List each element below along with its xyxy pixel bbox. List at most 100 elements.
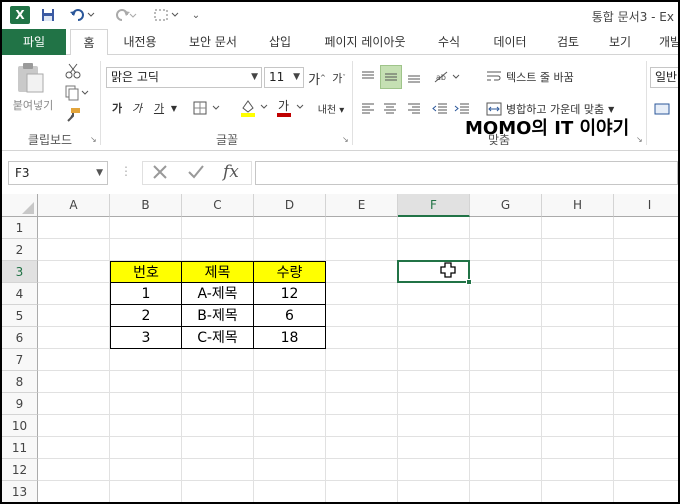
- table-cell[interactable]: 2: [110, 304, 182, 327]
- row-header-1[interactable]: 1: [2, 217, 38, 239]
- formula-bar-grip-icon: ⋮: [120, 164, 132, 178]
- column-header-b[interactable]: B: [110, 194, 182, 217]
- font-color-icon[interactable]: 가: [274, 97, 310, 119]
- tab-developer[interactable]: 개발: [650, 29, 678, 55]
- tab-formulas[interactable]: 수식: [426, 29, 472, 55]
- alignment-launcher-icon[interactable]: ↘: [636, 135, 643, 144]
- row-header-11[interactable]: 11: [2, 437, 38, 459]
- paste-icon[interactable]: [12, 61, 48, 95]
- copy-icon[interactable]: [62, 83, 92, 103]
- cancel-icon[interactable]: [151, 163, 169, 186]
- excel-window: X ⌄ 통합 문서3 - Ex 파일 홈 내전용 보안 문서 삽입 페이지 레이…: [2, 2, 678, 502]
- window-title: 통합 문서3 - Ex: [591, 10, 674, 24]
- active-cell-f3[interactable]: [397, 260, 472, 285]
- column-header-i[interactable]: I: [614, 194, 678, 217]
- tab-security-doc[interactable]: 보안 문서: [178, 29, 248, 55]
- formula-input[interactable]: [255, 161, 678, 185]
- borders-icon[interactable]: [192, 99, 228, 117]
- save-icon[interactable]: [38, 6, 58, 24]
- table-cell[interactable]: B-제목: [181, 304, 254, 327]
- table-header-cell[interactable]: 제목: [181, 261, 254, 283]
- tab-data[interactable]: 데이터: [484, 29, 536, 55]
- undo-icon[interactable]: [68, 6, 96, 24]
- align-right-icon[interactable]: [404, 99, 424, 119]
- name-box[interactable]: F3 ▼: [8, 161, 108, 185]
- title-bar: X ⌄ 통합 문서3 - Ex: [2, 2, 678, 29]
- row-header-3[interactable]: 3: [2, 261, 38, 283]
- column-header-c[interactable]: C: [182, 194, 254, 217]
- row-header-6[interactable]: 6: [2, 327, 38, 349]
- formula-bar-area: F3 ▼ ⋮ fx: [2, 152, 678, 194]
- align-center-icon[interactable]: [380, 99, 400, 119]
- tab-file[interactable]: 파일: [2, 29, 66, 55]
- tab-review[interactable]: 검토: [546, 29, 590, 55]
- redo-icon[interactable]: [110, 6, 138, 24]
- decrease-indent-icon[interactable]: [430, 99, 450, 119]
- group-divider: [100, 61, 101, 145]
- phonetic-icon[interactable]: 내천 ▾: [314, 97, 348, 119]
- row-header-12[interactable]: 12: [2, 459, 38, 481]
- align-middle-icon[interactable]: [380, 65, 402, 89]
- fill-handle[interactable]: [466, 279, 472, 285]
- insert-function-button[interactable]: fx: [223, 162, 239, 182]
- paste-button-label[interactable]: 붙여넣기: [8, 97, 58, 113]
- ribbon: 붙여넣기 클립보드 ↘ 맑은 고딕 ▼ 11 ▼ 가^ 가ˇ 가 가 가 ▼: [2, 55, 678, 151]
- clipboard-launcher-icon[interactable]: ↘: [90, 135, 97, 144]
- table-cell[interactable]: 12: [253, 282, 326, 305]
- fill-color-icon[interactable]: [238, 97, 274, 119]
- table-cell[interactable]: C-제목: [181, 326, 254, 349]
- italic-button[interactable]: 가: [128, 99, 146, 117]
- font-size-combo[interactable]: 11 ▼: [264, 67, 304, 88]
- row-header-5[interactable]: 5: [2, 305, 38, 327]
- worksheet-grid[interactable]: ABCDEFGHI 1 2 3 4 5 6 7 8 9 10 11 12 13 번호 제목 수량 1 A-제목 1…: [2, 194, 678, 502]
- tab-mine[interactable]: 내전용: [112, 29, 168, 55]
- table-header-cell[interactable]: 수량: [253, 261, 326, 283]
- cut-icon[interactable]: [62, 61, 84, 81]
- increase-font-icon[interactable]: 가 ^: [308, 69, 326, 88]
- column-header-a[interactable]: A: [38, 194, 110, 217]
- tab-view[interactable]: 보기: [598, 29, 642, 55]
- bold-button[interactable]: 가: [108, 99, 126, 117]
- row-header-7[interactable]: 7: [2, 349, 38, 371]
- column-header-g[interactable]: G: [470, 194, 542, 217]
- table-cell[interactable]: 1: [110, 282, 182, 305]
- align-top-icon[interactable]: [358, 67, 378, 87]
- column-header-h[interactable]: H: [542, 194, 614, 217]
- tab-insert[interactable]: 삽입: [258, 29, 302, 55]
- select-all-button[interactable]: [2, 194, 38, 217]
- decrease-font-icon[interactable]: 가ˇ: [330, 69, 348, 87]
- row-header-4[interactable]: 4: [2, 283, 38, 305]
- row-header-9[interactable]: 9: [2, 393, 38, 415]
- customize-toolbar-icon[interactable]: ⌄: [190, 6, 202, 24]
- align-left-icon[interactable]: [358, 99, 378, 119]
- row-header-13[interactable]: 13: [2, 481, 38, 502]
- tab-page-layout[interactable]: 페이지 레이아웃: [312, 29, 418, 55]
- column-header-f[interactable]: F: [398, 194, 470, 217]
- table-cell[interactable]: 18: [253, 326, 326, 349]
- column-header-e[interactable]: E: [326, 194, 398, 217]
- underline-button[interactable]: 가: [150, 99, 168, 117]
- row-header-2[interactable]: 2: [2, 239, 38, 261]
- table-cell[interactable]: 3: [110, 326, 182, 349]
- row-header-8[interactable]: 8: [2, 371, 38, 393]
- table-cell[interactable]: 6: [253, 304, 326, 327]
- tab-home[interactable]: 홈: [70, 29, 108, 56]
- select-objects-icon[interactable]: [152, 6, 182, 24]
- wrap-text-button[interactable]: 텍스트 줄 바꿈: [486, 67, 596, 87]
- table-header-cell[interactable]: 번호: [110, 261, 182, 283]
- row-header-10[interactable]: 10: [2, 415, 38, 437]
- chevron-down-icon[interactable]: ▼: [168, 99, 180, 117]
- accounting-format-icon[interactable]: [652, 99, 676, 119]
- font-launcher-icon[interactable]: ↘: [342, 135, 349, 144]
- ribbon-tabs: 파일 홈 내전용 보안 문서 삽입 페이지 레이아웃 수식 데이터 검토 보기 …: [2, 29, 678, 56]
- gridline: [38, 458, 678, 459]
- align-bottom-icon[interactable]: [404, 67, 424, 87]
- orientation-icon[interactable]: ab: [432, 67, 464, 87]
- font-name-combo[interactable]: 맑은 고딕 ▼: [106, 67, 262, 88]
- wrap-text-label: 텍스트 줄 바꿈: [506, 71, 574, 84]
- table-cell[interactable]: A-제목: [181, 282, 254, 305]
- number-format-combo[interactable]: 일반: [650, 67, 678, 88]
- enter-icon[interactable]: [187, 163, 205, 186]
- format-painter-icon[interactable]: [62, 105, 84, 125]
- column-header-d[interactable]: D: [254, 194, 326, 217]
